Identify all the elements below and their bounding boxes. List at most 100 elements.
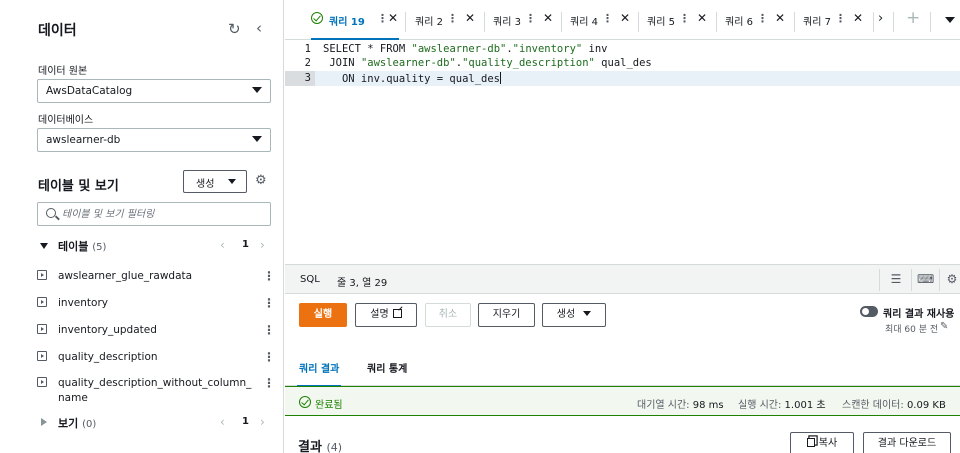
chevron-right-icon[interactable]: › bbox=[260, 415, 265, 429]
add-tab-icon[interactable]: + bbox=[906, 8, 920, 28]
tables-group-header[interactable]: 테이블 (5) ‹ 1 › bbox=[38, 238, 278, 256]
data-panel-header: 데이터 ↻ ‹ bbox=[0, 0, 284, 52]
database-value: awslearner-db bbox=[46, 134, 121, 146]
query-status-banner: 완료됨 대기열 시간: 98 ms 실행 시간: 1.001 초 스캔한 데이터… bbox=[285, 386, 960, 416]
create-table-button[interactable]: 생성 bbox=[183, 170, 247, 193]
tab-options-icon[interactable]: ⋮ bbox=[679, 12, 690, 25]
chevron-down-icon bbox=[252, 87, 262, 93]
query-tab-bar: 쿼리 19 ⋮ ✕ 쿼리 2 ⋮ ✕ 쿼리 3 ⋮ ✕ 쿼리 4 ⋮ ✕ 쿼리 … bbox=[285, 0, 960, 41]
editor-status-bar: SQL 줄 3, 열 29 ☰ ⌨ ⚙ bbox=[285, 264, 960, 294]
expand-icon[interactable] bbox=[37, 324, 47, 334]
chevron-right-icon[interactable]: › bbox=[260, 238, 265, 252]
copy-button[interactable]: 복사 bbox=[790, 432, 854, 453]
expand-icon[interactable] bbox=[37, 270, 47, 280]
queue-time: 대기열 시간: 98 ms bbox=[637, 400, 724, 411]
reuse-results-toggle[interactable] bbox=[860, 306, 878, 317]
copy-icon bbox=[806, 438, 815, 447]
cursor-position: 줄 3, 열 29 bbox=[337, 278, 388, 289]
create-table-label: 생성 bbox=[196, 179, 215, 190]
tab-query-3[interactable]: 쿼리 3 ⋮ ✕ bbox=[493, 9, 563, 35]
tab-options-icon[interactable]: ⋮ bbox=[447, 12, 458, 25]
tab-label: 쿼리 19 bbox=[329, 17, 365, 28]
tab-query-6[interactable]: 쿼리 6 ⋮ ✕ bbox=[725, 9, 795, 35]
table-filter-input[interactable] bbox=[62, 206, 262, 222]
close-icon[interactable]: ✕ bbox=[697, 11, 707, 25]
chevron-down-icon bbox=[583, 311, 592, 316]
table-name: quality_description_without_column_name bbox=[58, 377, 252, 404]
tab-menu-icon[interactable] bbox=[945, 17, 955, 23]
close-icon[interactable]: ✕ bbox=[620, 11, 630, 25]
datasource-value: AwsDataCatalog bbox=[46, 85, 133, 97]
explain-button[interactable]: 설명 bbox=[355, 303, 417, 327]
chevron-down-icon bbox=[252, 136, 262, 142]
expand-icon[interactable] bbox=[37, 297, 47, 307]
results-section: 결과 (4) 복사 결과 다운로드 bbox=[285, 426, 960, 453]
keyboard-icon[interactable]: ⌨ bbox=[917, 272, 934, 286]
chevron-left-icon[interactable]: ‹ bbox=[220, 238, 225, 252]
gear-icon[interactable]: ⚙ bbox=[255, 173, 267, 188]
tab-query-4[interactable]: 쿼리 4 ⋮ ✕ bbox=[570, 9, 640, 35]
check-circle-icon bbox=[299, 396, 311, 408]
expand-icon[interactable] bbox=[37, 351, 47, 361]
table-name: inventory bbox=[58, 297, 108, 309]
code-line: SELECT * FROM "awslearner-db"."inventory… bbox=[323, 43, 608, 55]
tab-label: 쿼리 3 bbox=[493, 17, 521, 28]
language-indicator: SQL bbox=[300, 274, 320, 285]
results-title: 결과 (4) bbox=[298, 440, 343, 453]
close-icon[interactable]: ✕ bbox=[465, 11, 475, 25]
more-options-icon[interactable]: ⋮ bbox=[263, 350, 275, 364]
tab-query-5[interactable]: 쿼리 5 ⋮ ✕ bbox=[647, 9, 717, 35]
collapse-panel-icon[interactable]: ‹ bbox=[256, 19, 262, 37]
datasource-label: 데이터 원본 bbox=[38, 66, 88, 77]
chevron-left-icon[interactable]: ‹ bbox=[220, 415, 225, 429]
cancel-button[interactable]: 취소 bbox=[425, 303, 471, 327]
create-button[interactable]: 생성 bbox=[542, 303, 606, 327]
external-link-icon bbox=[392, 309, 402, 318]
datasource-select[interactable]: AwsDataCatalog bbox=[37, 79, 271, 103]
views-page-number[interactable]: 1 bbox=[242, 416, 249, 427]
refresh-icon[interactable]: ↻ bbox=[228, 20, 241, 38]
query-actions: 실행 설명 취소 지우기 생성 쿼리 결과 재사용 최대 60 분 전 ✎ bbox=[285, 294, 960, 346]
tab-options-icon[interactable]: ⋮ bbox=[835, 12, 846, 25]
tab-options-icon[interactable]: ⋮ bbox=[757, 12, 768, 25]
tab-query-7[interactable]: 쿼리 7 ⋮ ✕ bbox=[803, 9, 873, 35]
run-button[interactable]: 실행 bbox=[299, 303, 347, 327]
tab-options-icon[interactable]: ⋮ bbox=[525, 12, 536, 25]
close-icon[interactable]: ✕ bbox=[775, 11, 785, 25]
tab-query-results[interactable]: 쿼리 결과 bbox=[296, 360, 342, 387]
tab-label: 쿼리 7 bbox=[803, 17, 831, 28]
data-panel-title: 데이터 bbox=[38, 23, 77, 39]
line-number: 2 bbox=[304, 57, 311, 69]
tab-label: 쿼리 2 bbox=[415, 17, 443, 28]
more-options-icon[interactable]: ⋮ bbox=[263, 376, 275, 390]
close-icon[interactable]: ✕ bbox=[853, 11, 863, 25]
tab-options-icon[interactable]: ⋮ bbox=[602, 12, 613, 25]
clear-button[interactable]: 지우기 bbox=[478, 303, 535, 327]
tab-query-stats[interactable]: 쿼리 통계 bbox=[367, 360, 407, 375]
more-options-icon[interactable]: ⋮ bbox=[263, 296, 275, 310]
line-number: 3 bbox=[304, 72, 311, 84]
table-name: inventory_updated bbox=[58, 324, 157, 336]
status-label: 완료됨 bbox=[315, 400, 343, 411]
more-options-icon[interactable]: ⋮ bbox=[263, 323, 275, 337]
run-time: 실행 시간: 1.001 초 bbox=[738, 400, 826, 411]
sql-editor[interactable]: 1 SELECT * FROM "awslearner-db"."invento… bbox=[285, 40, 960, 264]
views-group-header[interactable]: 보기 (0) ‹ 1 › bbox=[38, 415, 278, 433]
scroll-tabs-right-icon[interactable]: › bbox=[878, 11, 883, 26]
close-icon[interactable]: ✕ bbox=[543, 11, 553, 25]
settings-icon[interactable]: ⚙ bbox=[944, 272, 960, 286]
close-icon[interactable]: ✕ bbox=[388, 11, 398, 25]
table-name: quality_description bbox=[58, 351, 158, 363]
database-select[interactable]: awslearner-db bbox=[37, 128, 271, 152]
expand-icon[interactable] bbox=[37, 377, 47, 387]
caret-down-icon bbox=[40, 243, 48, 249]
tables-page-number[interactable]: 1 bbox=[242, 239, 249, 250]
tab-options-icon[interactable]: ⋮ bbox=[377, 12, 388, 25]
more-options-icon[interactable]: ⋮ bbox=[263, 269, 275, 283]
tab-query-2[interactable]: 쿼리 2 ⋮ ✕ bbox=[415, 9, 485, 35]
tab-label: 쿼리 6 bbox=[725, 17, 753, 28]
format-query-icon[interactable]: ☰ bbox=[888, 272, 904, 286]
tab-query-19[interactable]: 쿼리 19 ⋮ ✕ bbox=[311, 9, 399, 41]
edit-icon[interactable]: ✎ bbox=[940, 321, 948, 332]
download-results-button[interactable]: 결과 다운로드 bbox=[863, 432, 951, 453]
